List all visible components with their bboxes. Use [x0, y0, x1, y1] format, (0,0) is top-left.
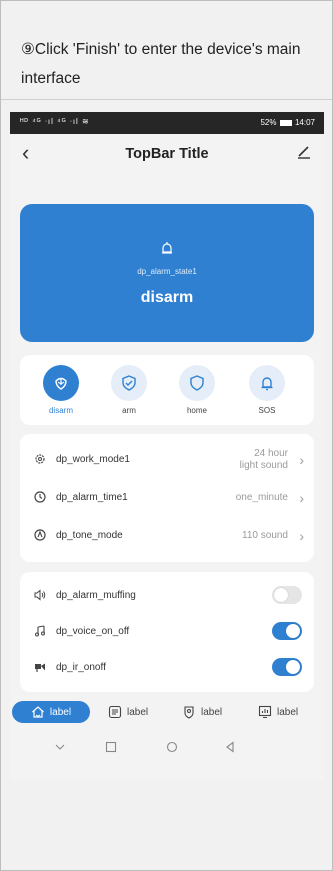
tab-list[interactable]: label	[108, 701, 148, 723]
ir-toggle[interactable]	[272, 658, 302, 676]
camera-icon	[35, 663, 45, 672]
pencil-icon	[298, 146, 310, 159]
page-title: TopBar Title	[125, 146, 209, 162]
square-icon[interactable]	[105, 741, 117, 753]
alarm-state-value: disarm	[140, 289, 194, 306]
circle-icon[interactable]	[166, 741, 178, 753]
chevron-right-icon: ›	[299, 528, 304, 544]
edit-button[interactable]	[296, 144, 312, 165]
setting-label: dp_work_mode1	[56, 454, 130, 465]
tab-home[interactable]: label	[12, 701, 90, 723]
alarm-status-card: dp_alarm_state1 disarm	[20, 204, 314, 342]
setting-value-line1: 24 hour	[254, 448, 288, 459]
mode-sos-circle	[249, 365, 285, 401]
system-nav-bar	[10, 729, 324, 769]
mode-arm[interactable]: arm	[104, 365, 154, 415]
toggle-knob	[274, 588, 288, 602]
mode-disarm[interactable]: disarm	[36, 365, 86, 415]
setting-value: one_minute	[235, 492, 288, 503]
tab-label: label	[49, 706, 72, 718]
speaker-icon	[34, 589, 46, 601]
toggle-label: dp_alarm_muffing	[56, 590, 136, 601]
chevron-right-icon: ›	[299, 452, 304, 468]
alarm-muffing-toggle[interactable]	[272, 586, 302, 604]
clock-icon	[34, 491, 46, 503]
tab-label: label	[127, 706, 149, 718]
shield-check-icon	[122, 375, 136, 391]
alarm-state-label: dp_alarm_state1	[137, 267, 197, 276]
caption-divider	[1, 99, 332, 100]
chevron-right-icon: ›	[299, 490, 304, 506]
mode-home-circle	[179, 365, 215, 401]
home-icon	[32, 706, 44, 718]
mode-label: disarm	[48, 406, 73, 415]
toggle-knob	[286, 660, 300, 674]
triangle-back-icon[interactable]	[224, 741, 236, 753]
settings-list: dp_work_mode1 24 hour light sound › dp_a…	[20, 434, 314, 562]
screenshot-frame: ⑨Click 'Finish' to enter the device's ma…	[0, 0, 333, 871]
toggle-knob	[286, 624, 300, 638]
mode-disarm-circle	[43, 365, 79, 401]
mode-arm-circle	[111, 365, 147, 401]
tab-label: label	[201, 706, 223, 718]
chart-icon	[258, 705, 272, 719]
toggle-list: dp_alarm_muffing dp_voice_on_off dp_ir_o…	[20, 572, 314, 692]
mode-label: SOS	[258, 406, 276, 415]
phone-screen: ᴴᴰ ⁴ᴳ ᐧıl ⁴ᴳ ᐧıl ≋ 52% 14:07 ‹ TopBar Ti…	[10, 112, 324, 780]
tab-label: label	[277, 706, 299, 718]
instruction-caption: ⑨Click 'Finish' to enter the device's ma…	[21, 41, 301, 87]
mode-label: home	[186, 406, 207, 415]
battery-percent: 52%	[260, 118, 277, 127]
shield-flower-icon	[55, 377, 67, 390]
bell-icon	[261, 377, 273, 391]
bottom-tab-bar: label label label label	[10, 695, 324, 729]
setting-value-line2: light sound	[239, 460, 288, 471]
toggle-label: dp_voice_on_off	[56, 626, 130, 637]
chevron-down-icon[interactable]	[54, 741, 66, 753]
status-time: 14:07	[294, 118, 315, 127]
setting-label: dp_alarm_time1	[56, 492, 128, 503]
alarm-bell-icon	[162, 242, 172, 254]
tab-chart[interactable]: label	[258, 701, 298, 723]
mode-selector: disarm arm home SOS	[20, 355, 314, 425]
battery-icon	[279, 120, 292, 126]
status-right: 52% 14:07	[260, 118, 315, 127]
voice-toggle[interactable]	[272, 622, 302, 640]
status-bar: ᴴᴰ ⁴ᴳ ᐧıl ⁴ᴳ ᐧıl ≋ 52% 14:07	[10, 112, 324, 134]
toggle-row-voice: dp_voice_on_off	[20, 614, 314, 650]
tab-security[interactable]: label	[182, 701, 222, 723]
setting-value: 24 hour light sound	[240, 448, 288, 472]
music-note-icon	[35, 625, 45, 637]
setting-value: 110 sound	[242, 530, 288, 541]
alarm-icon	[34, 529, 46, 541]
setting-label: dp_tone_mode	[56, 530, 123, 541]
mode-label: arm	[122, 406, 136, 415]
setting-row-work-mode[interactable]: dp_work_mode1 24 hour light sound ›	[20, 442, 314, 478]
toggle-label: dp_ir_onoff	[56, 662, 106, 673]
setting-row-tone-mode[interactable]: dp_tone_mode 110 sound ›	[20, 518, 314, 554]
list-icon	[108, 705, 122, 719]
gear-icon	[35, 454, 45, 464]
toggle-row-alarm-muffing: dp_alarm_muffing	[20, 578, 314, 614]
status-signal: ᴴᴰ ⁴ᴳ ᐧıl ⁴ᴳ ᐧıl ≋	[20, 117, 90, 126]
setting-row-alarm-time[interactable]: dp_alarm_time1 one_minute ›	[20, 480, 314, 516]
top-bar: ‹ TopBar Title	[10, 134, 324, 176]
shield-user-icon	[184, 706, 194, 719]
toggle-row-ir: dp_ir_onoff	[20, 650, 314, 686]
mode-home[interactable]: home	[172, 365, 222, 415]
mode-sos[interactable]: SOS	[242, 365, 292, 415]
shield-icon	[190, 375, 204, 391]
